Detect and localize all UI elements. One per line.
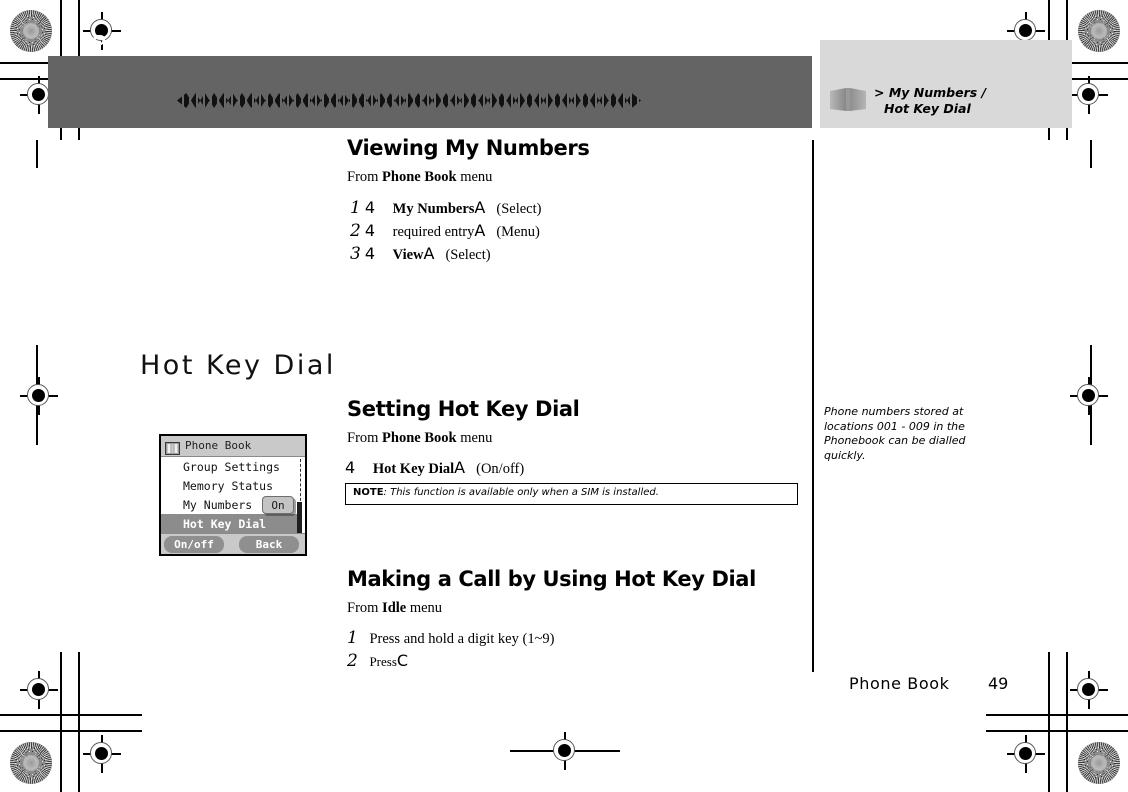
step-number: 2 bbox=[350, 221, 361, 241]
phone-title-text: Phone Book bbox=[185, 439, 252, 452]
step-item: 2 PressC bbox=[347, 651, 408, 671]
crop-line bbox=[986, 714, 1128, 716]
step-action: (Select) bbox=[496, 201, 542, 217]
from-suffix: menu bbox=[456, 169, 493, 185]
crosshair-registration-mark bbox=[20, 671, 58, 709]
step-action: (On/off) bbox=[476, 461, 525, 477]
phone-screen-mockup: Phone Book Group Settings Memory Status … bbox=[159, 434, 307, 556]
phone-menu-item-selected[interactable]: Hot Key Dial bbox=[161, 514, 301, 535]
setting-from-line: From Phone Book menu bbox=[347, 430, 492, 447]
step-key-glyph: A bbox=[474, 221, 486, 240]
step-text: Press bbox=[369, 654, 397, 669]
starburst-registration-mark bbox=[10, 742, 52, 784]
crop-line bbox=[1066, 652, 1068, 792]
crosshair-registration-mark bbox=[1070, 377, 1108, 415]
heading-setting-hot-key-dial: Setting Hot Key Dial bbox=[347, 397, 580, 421]
phone-menu-item[interactable]: Group Settings bbox=[161, 458, 301, 477]
step-text: Press and hold a digit key (1~9) bbox=[369, 631, 555, 647]
step-action: (Menu) bbox=[496, 224, 540, 240]
heading-viewing-my-numbers: Viewing My Numbers bbox=[347, 136, 590, 160]
step-arrow-icon: 4 bbox=[364, 198, 376, 217]
crop-line bbox=[60, 652, 62, 792]
crop-line bbox=[0, 714, 142, 716]
step-number: 1 bbox=[350, 198, 361, 218]
step-item: 1 Press and hold a digit key (1~9) bbox=[347, 628, 555, 648]
phone-menu-item[interactable]: Memory Status bbox=[161, 477, 301, 496]
crosshair-registration-mark bbox=[20, 377, 58, 415]
softkey-back[interactable]: Back bbox=[239, 536, 299, 553]
breadcrumb-line-2: Hot Key Dial bbox=[884, 101, 971, 116]
from-menu-name: Phone Book bbox=[382, 430, 457, 446]
decorative-diamond-band bbox=[177, 93, 641, 108]
crosshair-registration-mark bbox=[546, 732, 584, 770]
step-key-glyph: A bbox=[423, 244, 435, 263]
step-key-glyph: A bbox=[454, 458, 466, 477]
content-margin-divider bbox=[812, 140, 814, 672]
phone-scrollbar-thumb[interactable] bbox=[297, 502, 302, 534]
starburst-registration-mark bbox=[1078, 742, 1120, 784]
from-prefix: From bbox=[347, 600, 383, 616]
from-prefix: From bbox=[347, 169, 383, 185]
step-arrow-icon: 4 bbox=[364, 244, 376, 263]
footer-page-number: 49 bbox=[988, 674, 1009, 693]
step-key-glyph: C bbox=[396, 651, 409, 670]
note-content: NOTE: This function is available only wh… bbox=[353, 487, 659, 498]
from-menu-name: Idle bbox=[382, 600, 407, 616]
crop-tick bbox=[36, 140, 38, 168]
margin-note: Phone numbers stored at locations 001 - … bbox=[824, 405, 966, 462]
note-label: NOTE bbox=[353, 487, 384, 498]
starburst-registration-mark bbox=[1078, 10, 1120, 52]
crosshair-registration-mark bbox=[1070, 671, 1108, 709]
step-arrow-icon: 4 bbox=[364, 221, 376, 240]
heading-making-a-call: Making a Call by Using Hot Key Dial bbox=[347, 567, 756, 591]
crop-line bbox=[1048, 652, 1050, 792]
step-number: 3 bbox=[350, 244, 361, 264]
from-prefix: From bbox=[347, 430, 383, 446]
note-text: : This function is available only when a… bbox=[383, 487, 659, 498]
from-suffix: menu bbox=[406, 600, 443, 616]
step-key-glyph: A bbox=[474, 198, 486, 217]
book-icon bbox=[165, 440, 180, 455]
step-target: required entry bbox=[392, 224, 475, 240]
crop-tick bbox=[1090, 140, 1092, 168]
crosshair-registration-mark bbox=[83, 735, 121, 773]
crop-line bbox=[0, 730, 142, 732]
viewing-from-line: From Phone Book menu bbox=[347, 169, 492, 186]
step-action: (Select) bbox=[445, 247, 491, 263]
phone-softkey-bar: On/off Back bbox=[161, 533, 305, 554]
step-item: 14 My NumbersA (Select) bbox=[350, 198, 541, 218]
crop-line bbox=[78, 652, 80, 792]
section-title-hot-key-dial: Hot Key Dial bbox=[140, 350, 336, 381]
step-target: Hot Key Dial bbox=[372, 461, 455, 477]
note-callout-box: NOTE: This function is available only wh… bbox=[345, 483, 798, 505]
step-item: 34 ViewA (Select) bbox=[350, 244, 491, 264]
breadcrumb-text: > My Numbers / Hot Key Dial bbox=[874, 85, 986, 117]
page-title: Phone Book bbox=[90, 30, 250, 59]
step-target: View bbox=[392, 247, 424, 263]
softkey-on-off[interactable]: On/off bbox=[164, 536, 224, 553]
footer-chapter-label: Phone Book bbox=[849, 674, 950, 693]
step-arrow-icon: 4 bbox=[345, 458, 356, 477]
from-suffix: menu bbox=[456, 430, 493, 446]
header-breadcrumb-tab: > My Numbers / Hot Key Dial bbox=[820, 40, 1072, 128]
from-menu-name: Phone Book bbox=[382, 169, 457, 185]
breadcrumb-line-1: > My Numbers / bbox=[874, 85, 987, 100]
step-number: 1 bbox=[347, 628, 358, 648]
step-item: 4 Hot Key DialA (On/off) bbox=[345, 458, 524, 478]
starburst-registration-mark bbox=[10, 10, 52, 52]
crop-line bbox=[986, 730, 1128, 732]
crosshair-registration-mark bbox=[1007, 735, 1045, 773]
phone-status-tooltip: On bbox=[262, 496, 294, 514]
step-target: My Numbers bbox=[392, 201, 475, 217]
step-item: 24 required entryA (Menu) bbox=[350, 221, 540, 241]
crosshair-registration-mark bbox=[1070, 76, 1108, 114]
making-call-from-line: From Idle menu bbox=[347, 600, 442, 617]
open-book-icon bbox=[828, 87, 870, 113]
step-number: 2 bbox=[347, 651, 358, 671]
page-header-bar bbox=[48, 56, 812, 128]
